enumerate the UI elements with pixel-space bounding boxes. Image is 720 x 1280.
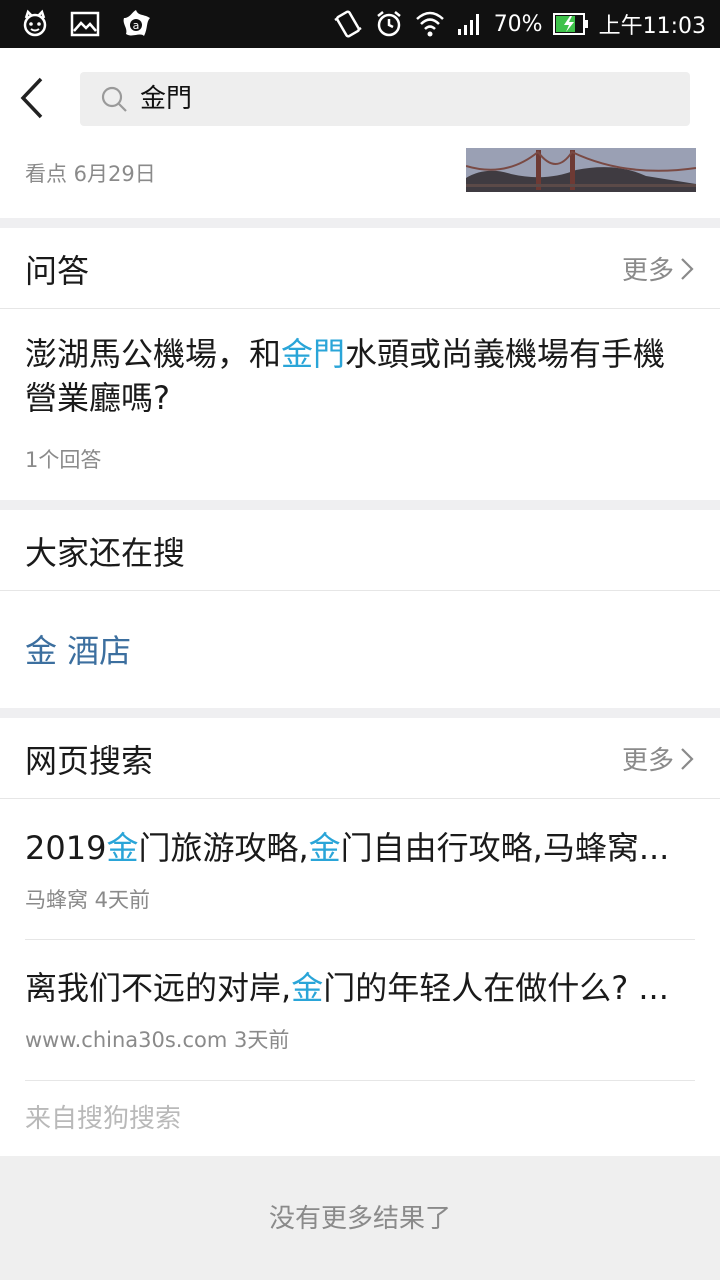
topic-meta: 看点 6月29日 <box>25 162 156 186</box>
query-highlight: 金門 <box>281 335 346 373</box>
wifi-icon <box>414 9 446 39</box>
alarm-icon <box>374 9 404 39</box>
search-icon <box>100 85 128 117</box>
web-more-link[interactable]: 更多 <box>622 740 694 777</box>
section-divider <box>0 500 720 510</box>
search-query-text: 金門 <box>140 84 193 114</box>
chevron-right-icon <box>681 257 694 280</box>
web-result-meta: www.china30s.com 3天前 <box>25 1028 290 1052</box>
web-result[interactable]: 2019金门旅游攻略,金门自由行攻略,马蜂窝... 马蜂窝 4天前 <box>25 828 695 914</box>
result-divider <box>25 939 695 940</box>
chevron-left-icon <box>20 77 43 119</box>
battery-charging-icon <box>552 12 589 36</box>
chevron-right-icon <box>681 747 694 770</box>
end-of-results-text: 没有更多结果了 <box>268 1204 451 1234</box>
vibrate-icon <box>332 8 364 40</box>
search-header: 金門 <box>0 48 720 144</box>
search-input[interactable]: 金門 <box>80 72 690 126</box>
qa-answer-count: 1个回答 <box>25 448 102 472</box>
end-of-results: 没有更多结果了 <box>0 1156 720 1280</box>
web-section-title: 网页搜索 <box>25 742 154 780</box>
avast-icon: a <box>120 8 152 40</box>
web-result-title: 2019金门旅游攻略,金门自由行攻略,马蜂窝... <box>25 829 670 867</box>
qa-question[interactable]: 澎湖馬公機場，和金門水頭或尚義機場有手機營業廳嗎? <box>25 332 695 420</box>
source-attribution: 来自搜狗搜索 <box>25 1104 182 1134</box>
related-section-header: 大家还在搜 <box>0 510 720 591</box>
status-bar: a 70% 上午11:03 <box>0 0 720 48</box>
section-divider <box>0 218 720 228</box>
web-more-label: 更多 <box>621 746 674 776</box>
image-icon <box>70 11 100 37</box>
web-result[interactable]: 离我们不远的对岸,金门的年轻人在做什么? ... www.china30s.co… <box>25 968 695 1054</box>
signal-icon <box>456 11 484 37</box>
qa-section-header: 问答 更多 <box>0 228 720 309</box>
web-result-meta: 马蜂窝 4天前 <box>25 888 151 912</box>
qa-more-link[interactable]: 更多 <box>622 250 694 287</box>
related-search-term[interactable]: 金 酒店 <box>25 626 131 672</box>
battery-percent: 70% <box>493 11 543 37</box>
back-button[interactable] <box>12 74 52 122</box>
svg-text:a: a <box>133 19 140 32</box>
qa-more-label: 更多 <box>621 256 674 286</box>
cat-icon <box>20 9 50 39</box>
web-section-header: 网页搜索 更多 <box>0 718 720 799</box>
related-section-title: 大家还在搜 <box>25 534 186 572</box>
qa-section-title: 问答 <box>25 252 90 290</box>
topic-item[interactable]: 看点 6月29日 <box>0 144 720 218</box>
clock-time: 上午11:03 <box>598 14 706 39</box>
section-divider <box>0 708 720 718</box>
topic-thumbnail <box>466 148 696 192</box>
web-result-title: 离我们不远的对岸,金门的年轻人在做什么? ... <box>25 969 669 1007</box>
result-divider <box>25 1080 695 1081</box>
